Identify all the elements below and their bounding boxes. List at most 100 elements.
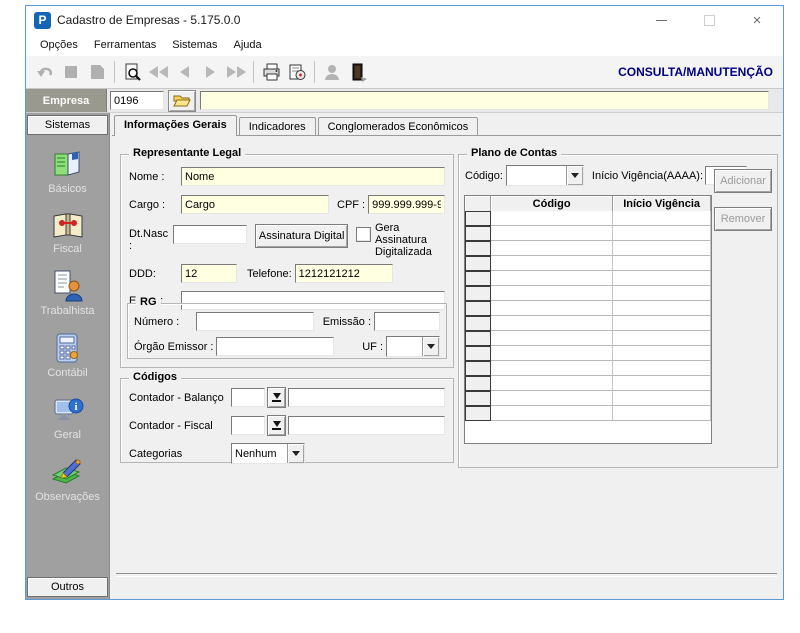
- print-preview-button[interactable]: [119, 60, 145, 84]
- sidebar-outros-button[interactable]: Outros: [27, 577, 108, 597]
- company-name-field[interactable]: [200, 91, 769, 110]
- company-code-input[interactable]: [110, 91, 164, 110]
- toolbar: CONSULTA/MANUTENÇÃO: [26, 56, 783, 89]
- table-row-header[interactable]: [465, 376, 491, 391]
- contador-balanco-name-field[interactable]: [288, 388, 445, 407]
- categorias-dropdown[interactable]: Nenhum: [231, 443, 305, 464]
- lookup-bar-icon: [272, 400, 281, 402]
- rg-uf-dropdown[interactable]: [386, 336, 440, 357]
- table-row-header[interactable]: [465, 286, 491, 301]
- contador-fiscal-code-input[interactable]: [231, 416, 265, 435]
- table-cell-inicio-vigencia: [613, 376, 711, 391]
- rg-uf-label: UF :: [362, 341, 383, 353]
- table-row-header[interactable]: [465, 346, 491, 361]
- ddd-input[interactable]: [181, 264, 237, 283]
- undo-button[interactable]: [32, 60, 58, 84]
- plano-codigo-dropdown[interactable]: [506, 165, 584, 186]
- table-cell-inicio-vigencia: [613, 316, 711, 331]
- tab-conglomerados[interactable]: Conglomerados Econômicos: [318, 117, 479, 136]
- rg-numero-input[interactable]: [196, 312, 314, 331]
- table-row-header[interactable]: [465, 406, 491, 421]
- menu-item-ferramentas[interactable]: Ferramentas: [86, 37, 164, 53]
- table-row-header[interactable]: [465, 256, 491, 271]
- stop-button[interactable]: [58, 60, 84, 84]
- table-row-header[interactable]: [465, 241, 491, 256]
- maximize-button[interactable]: [703, 14, 715, 26]
- menu-item-opcoes[interactable]: Opções: [32, 37, 86, 53]
- plano-de-contas-table: Código Início Vigência: [464, 195, 712, 444]
- cargo-label: Cargo :: [129, 199, 181, 211]
- table-row-header[interactable]: [465, 211, 491, 226]
- print-icon: [261, 62, 281, 82]
- user-button[interactable]: [319, 60, 345, 84]
- adicionar-button[interactable]: Adicionar: [714, 169, 772, 193]
- open-company-button[interactable]: [168, 90, 196, 112]
- dropdown-button[interactable]: [422, 337, 439, 356]
- sidebar-item-contabil[interactable]: Contábil: [47, 331, 87, 379]
- table-row-header[interactable]: [465, 301, 491, 316]
- next-record-button[interactable]: [197, 60, 223, 84]
- previous-record-button[interactable]: [171, 60, 197, 84]
- table-row-header[interactable]: [465, 391, 491, 406]
- menu-item-ajuda[interactable]: Ajuda: [226, 37, 270, 53]
- first-record-button[interactable]: [145, 60, 171, 84]
- table-cell-inicio-vigencia: [613, 406, 711, 421]
- table-cell-codigo: [491, 391, 613, 406]
- report-button[interactable]: [284, 60, 310, 84]
- lookup-bar-icon: [272, 428, 281, 430]
- tab-indicadores[interactable]: Indicadores: [239, 117, 316, 136]
- exit-button[interactable]: [345, 60, 371, 84]
- info-monitor-icon: i: [51, 393, 85, 427]
- table-row-header[interactable]: [465, 226, 491, 241]
- cpf-input[interactable]: [368, 195, 445, 214]
- table-row-header[interactable]: [465, 271, 491, 286]
- table-row-header[interactable]: [465, 316, 491, 331]
- rg-emissao-label: Emissão :: [323, 316, 371, 328]
- contador-balanco-code-input[interactable]: [231, 388, 265, 407]
- dropdown-button[interactable]: [566, 166, 583, 185]
- chevron-down-icon: [427, 344, 435, 349]
- rg-emissao-input[interactable]: [374, 312, 440, 331]
- open-book-icon: [51, 209, 85, 241]
- sidebar-item-trabalhista[interactable]: Trabalhista: [40, 269, 94, 317]
- table-cell-inicio-vigencia: [613, 211, 711, 226]
- contador-fiscal-lookup-button[interactable]: [267, 415, 286, 436]
- table-row-header[interactable]: [465, 331, 491, 346]
- last-record-button[interactable]: [223, 60, 249, 84]
- dropdown-button[interactable]: [287, 444, 304, 463]
- gera-assinatura-checkbox[interactable]: [356, 227, 371, 242]
- sidebar-item-basicos[interactable]: Básicos: [48, 149, 87, 195]
- app-window: P Cadastro de Empresas - 5.175.0.0 × Opç…: [25, 5, 784, 600]
- close-button[interactable]: ×: [751, 14, 763, 26]
- rg-orgao-input[interactable]: [216, 337, 334, 356]
- print-button[interactable]: [258, 60, 284, 84]
- sidebar-item-geral[interactable]: i Geral: [51, 393, 85, 441]
- telefone-input[interactable]: [295, 264, 393, 283]
- save-button[interactable]: [84, 60, 110, 84]
- contador-balanco-lookup-button[interactable]: [267, 387, 286, 408]
- dtnasc-input[interactable]: [173, 225, 247, 244]
- sidebar-item-fiscal[interactable]: Fiscal: [51, 209, 85, 255]
- exit-icon: [348, 62, 368, 82]
- table-cell-codigo: [491, 211, 613, 226]
- tab-page-informacoes-gerais: Representante Legal Nome : Cargo : CPF :…: [112, 135, 781, 597]
- main-panel: Informações Gerais Indicadores Conglomer…: [110, 113, 783, 599]
- remover-button[interactable]: Remover: [714, 207, 772, 231]
- minimize-button[interactable]: [655, 14, 667, 26]
- tab-informacoes-gerais[interactable]: Informações Gerais: [114, 115, 237, 136]
- menu-item-sistemas[interactable]: Sistemas: [164, 37, 225, 53]
- group-title: Representante Legal: [129, 147, 245, 159]
- group-representante-legal: Representante Legal Nome : Cargo : CPF :…: [120, 154, 454, 368]
- table-row-header[interactable]: [465, 361, 491, 376]
- sidebar-item-observacoes[interactable]: Observações: [35, 455, 100, 503]
- user-icon: [322, 62, 342, 82]
- sidebar-sistemas-button[interactable]: Sistemas: [27, 115, 108, 135]
- lookup-down-arrow-icon: [273, 393, 281, 399]
- record-entity-label: Empresa: [26, 89, 107, 112]
- rg-numero-label: Número :: [134, 316, 196, 328]
- contador-fiscal-name-field[interactable]: [288, 416, 445, 435]
- table-cell-inicio-vigencia: [613, 241, 711, 256]
- cargo-input[interactable]: [181, 195, 329, 214]
- assinatura-digital-button[interactable]: Assinatura Digital: [255, 224, 348, 248]
- nome-input[interactable]: [181, 167, 445, 186]
